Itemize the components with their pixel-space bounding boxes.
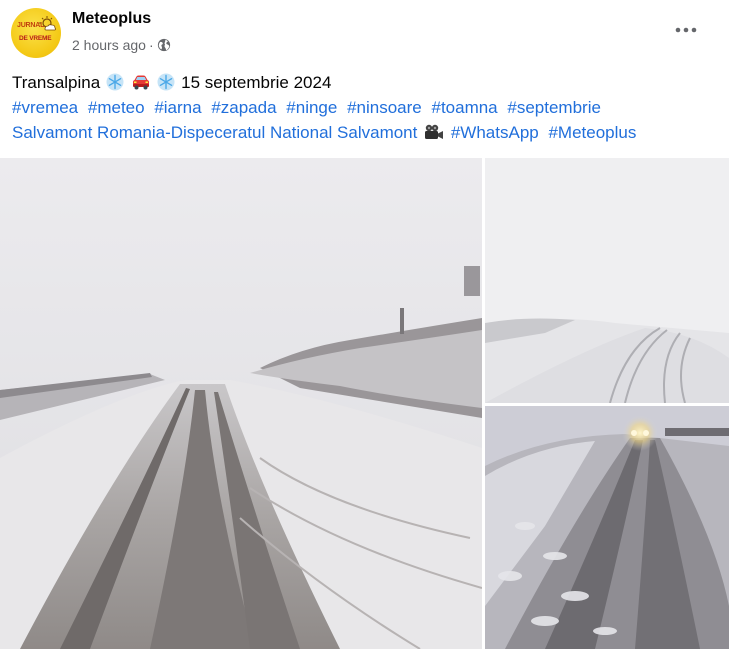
hashtag-link[interactable]: #toamna bbox=[431, 98, 497, 117]
timestamp[interactable]: 2 hours ago bbox=[72, 37, 146, 53]
caption-title: Transalpina bbox=[12, 73, 101, 92]
hashtag-link[interactable]: #ninsoare bbox=[347, 98, 422, 117]
more-options-icon bbox=[675, 27, 697, 33]
avatar-text-bottom: DE VREME bbox=[19, 35, 52, 42]
hashtag-link[interactable]: #iarna bbox=[154, 98, 201, 117]
meta-separator: · bbox=[148, 37, 154, 53]
hashtag-link[interactable]: #zapada bbox=[211, 98, 276, 117]
hashtag-link[interactable]: #meteo bbox=[88, 98, 145, 117]
page-avatar[interactable]: JURNAL DE VREME bbox=[11, 8, 61, 58]
hashtag-link[interactable]: #WhatsApp bbox=[451, 123, 539, 142]
more-options-button[interactable] bbox=[668, 16, 704, 44]
sun-cloud-icon bbox=[39, 16, 56, 31]
photo-main[interactable] bbox=[0, 158, 482, 649]
video-camera-emoji-icon bbox=[425, 124, 444, 139]
caption-date: 15 septembrie 2024 bbox=[181, 73, 332, 92]
hashtag-link[interactable]: #Meteoplus bbox=[548, 123, 636, 142]
photo-grid bbox=[0, 158, 729, 649]
page-name[interactable]: Meteoplus bbox=[72, 10, 151, 28]
snowy-road-photo bbox=[0, 158, 482, 649]
hashtag-link[interactable]: #ninge bbox=[286, 98, 337, 117]
hashtag-link[interactable]: #septembrie bbox=[507, 98, 601, 117]
caption-line-3: Salvamont Romania-Dispeceratul National … bbox=[12, 120, 717, 145]
post-meta: 2 hours ago · bbox=[72, 37, 171, 53]
hashtag-link[interactable]: #vremea bbox=[12, 98, 78, 117]
whiteout-road-photo bbox=[485, 158, 729, 403]
post-caption: Transalpina 15 septembrie 2024 #vremea #… bbox=[12, 70, 717, 145]
photo-top-right[interactable] bbox=[485, 158, 729, 403]
car-emoji-icon bbox=[132, 75, 149, 90]
post-header: JURNAL DE VREME Meteoplus 2 hours ago · bbox=[0, 0, 729, 64]
snowflake-emoji-icon bbox=[106, 73, 124, 91]
caption-line-2: #vremea #meteo #iarna #zapada #ninge #ni… bbox=[12, 95, 717, 120]
photo-bottom-right[interactable] bbox=[485, 406, 729, 649]
car-headlights-photo bbox=[485, 406, 729, 649]
globe-icon[interactable] bbox=[157, 38, 171, 52]
facebook-post: JURNAL DE VREME Meteoplus 2 hours ago · bbox=[0, 0, 729, 649]
mention-link[interactable]: Salvamont Romania-Dispeceratul National … bbox=[12, 123, 417, 142]
snowflake-emoji-icon bbox=[157, 73, 175, 91]
caption-line-1: Transalpina 15 septembrie 2024 bbox=[12, 70, 717, 95]
